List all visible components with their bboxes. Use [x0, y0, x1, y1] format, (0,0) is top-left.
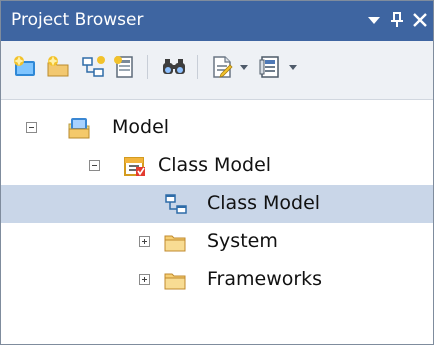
project-tree: Model Class Model Class Model System Fra… — [1, 100, 433, 344]
document-icon[interactable] — [209, 54, 235, 80]
toolbar-separator — [197, 55, 198, 79]
new-element-icon[interactable] — [111, 54, 137, 80]
folder-icon — [163, 268, 187, 292]
package-icon — [123, 154, 147, 178]
tree-label: Frameworks — [207, 268, 323, 290]
new-package-icon[interactable] — [45, 54, 71, 80]
expand-toggle[interactable] — [139, 274, 150, 285]
expand-toggle[interactable] — [139, 236, 150, 247]
new-model-icon[interactable] — [12, 54, 38, 80]
toolbar-separator — [147, 55, 148, 79]
more-icon[interactable] — [257, 54, 283, 80]
project-browser-window: Project Browser Model Class Model Class … — [0, 0, 434, 345]
tree-label: System — [207, 230, 278, 252]
collapse-toggle[interactable] — [89, 160, 100, 171]
folder-icon — [163, 230, 187, 254]
class-diagram-icon — [164, 192, 188, 216]
model-root-icon — [67, 116, 91, 140]
tree-row-system[interactable]: System — [1, 223, 433, 261]
toolbar — [1, 41, 433, 100]
tree-row-model[interactable]: Model — [1, 109, 433, 147]
tree-label: Model — [112, 116, 170, 138]
close-icon[interactable] — [411, 11, 429, 29]
pin-icon[interactable] — [388, 11, 406, 29]
document-dropdown-arrow[interactable] — [240, 65, 248, 70]
chevron-down-icon[interactable] — [365, 11, 383, 29]
more-dropdown-arrow[interactable] — [289, 65, 297, 70]
tree-label: Class Model — [207, 192, 321, 214]
tree-label: Class Model — [158, 154, 272, 176]
tree-row-class-model-diagram[interactable]: Class Model — [1, 185, 433, 223]
collapse-toggle[interactable] — [26, 122, 37, 133]
title-bar: Project Browser — [1, 1, 433, 41]
tree-row-class-model-package[interactable]: Class Model — [1, 147, 433, 185]
tree-row-frameworks[interactable]: Frameworks — [1, 261, 433, 299]
new-diagram-icon[interactable] — [80, 54, 106, 80]
window-title: Project Browser — [11, 10, 144, 30]
find-icon[interactable] — [161, 54, 187, 80]
